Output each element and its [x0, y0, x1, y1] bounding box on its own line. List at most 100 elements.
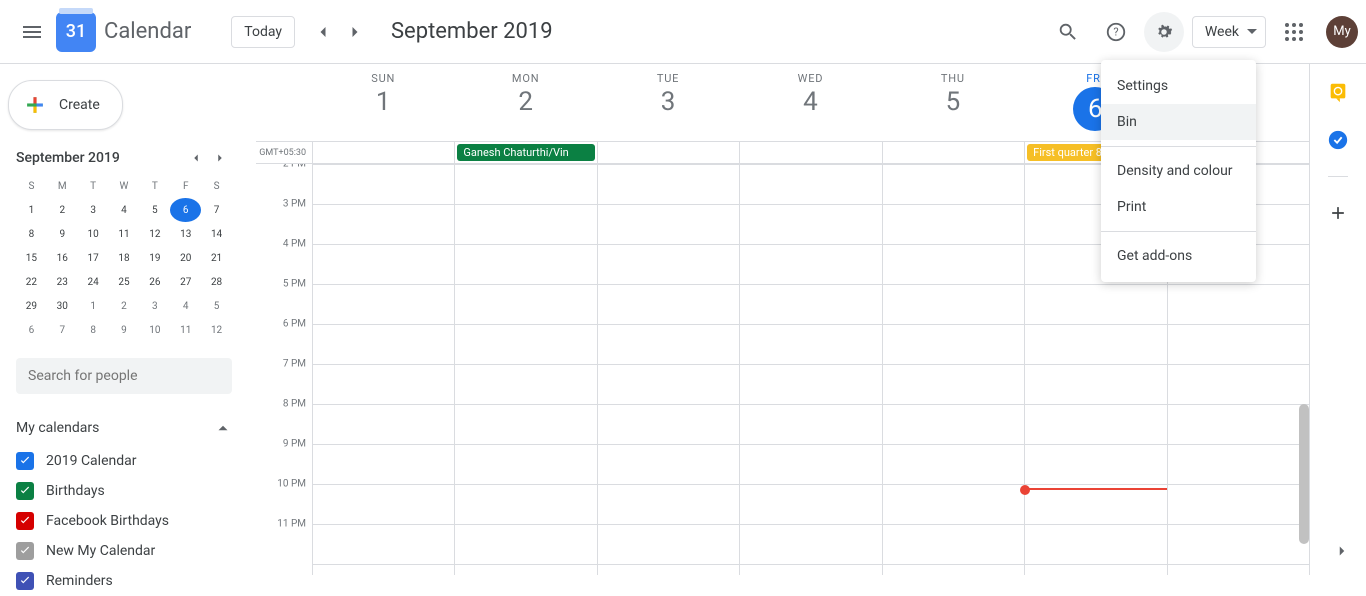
- dropdown-print[interactable]: Print: [1101, 189, 1256, 225]
- mini-date[interactable]: 29: [16, 294, 47, 318]
- mini-date[interactable]: 7: [47, 318, 78, 342]
- mini-date[interactable]: 25: [109, 270, 140, 294]
- dropdown-separator: [1101, 146, 1256, 147]
- event-chip[interactable]: Ganesh Chaturthi/Vin: [457, 144, 594, 161]
- calendar-checkbox[interactable]: [16, 512, 34, 530]
- dropdown-density[interactable]: Density and colour: [1101, 153, 1256, 189]
- day-header[interactable]: MON2: [454, 64, 596, 141]
- dropdown-addons[interactable]: Get add-ons: [1101, 238, 1256, 274]
- mini-date[interactable]: 4: [170, 294, 201, 318]
- mini-date[interactable]: 15: [16, 246, 47, 270]
- mini-date[interactable]: 26: [139, 270, 170, 294]
- mini-next-month[interactable]: [208, 146, 232, 170]
- all-day-cell[interactable]: [597, 142, 739, 163]
- mini-date[interactable]: 2: [109, 294, 140, 318]
- mini-date[interactable]: 6: [170, 198, 201, 222]
- mini-date[interactable]: 7: [201, 198, 232, 222]
- mini-date[interactable]: 12: [201, 318, 232, 342]
- mini-date[interactable]: 11: [109, 222, 140, 246]
- calendar-item[interactable]: 2019 Calendar: [16, 446, 232, 476]
- mini-date[interactable]: 27: [170, 270, 201, 294]
- calendar-label: Facebook Birthdays: [46, 513, 169, 529]
- apps-grid-icon: [1284, 22, 1304, 42]
- mini-date[interactable]: 14: [201, 222, 232, 246]
- search-people-input[interactable]: [16, 358, 232, 394]
- day-column[interactable]: [739, 164, 881, 575]
- mini-date[interactable]: 8: [78, 318, 109, 342]
- calendar-checkbox[interactable]: [16, 542, 34, 560]
- support-button[interactable]: ?: [1096, 12, 1136, 52]
- mini-prev-month[interactable]: [184, 146, 208, 170]
- mini-date[interactable]: 21: [201, 246, 232, 270]
- hours-column: 2 PM3 PM4 PM5 PM6 PM7 PM8 PM9 PM10 PM11 …: [256, 164, 312, 575]
- search-button[interactable]: [1048, 12, 1088, 52]
- mini-date[interactable]: 1: [78, 294, 109, 318]
- dropdown-bin[interactable]: Bin: [1101, 104, 1256, 140]
- mini-date[interactable]: 28: [201, 270, 232, 294]
- mini-date[interactable]: 4: [109, 198, 140, 222]
- mini-date[interactable]: 22: [16, 270, 47, 294]
- mini-date[interactable]: 30: [47, 294, 78, 318]
- settings-button[interactable]: [1144, 12, 1184, 52]
- mini-date[interactable]: 24: [78, 270, 109, 294]
- mini-date[interactable]: 3: [78, 198, 109, 222]
- my-calendars-toggle[interactable]: My calendars: [16, 410, 232, 446]
- calendar-item[interactable]: Reminders: [16, 566, 232, 596]
- mini-date[interactable]: 9: [109, 318, 140, 342]
- account-avatar[interactable]: My: [1326, 16, 1358, 48]
- timezone-label: GMT+05:30: [256, 142, 312, 163]
- mini-date[interactable]: 8: [16, 222, 47, 246]
- calendar-item[interactable]: Facebook Birthdays: [16, 506, 232, 536]
- day-column[interactable]: [312, 164, 454, 575]
- main-menu-button[interactable]: [8, 8, 56, 56]
- google-apps-button[interactable]: [1274, 12, 1314, 52]
- mini-date[interactable]: 13: [170, 222, 201, 246]
- mini-date[interactable]: 1: [16, 198, 47, 222]
- day-header[interactable]: THU5: [882, 64, 1024, 141]
- day-column[interactable]: [882, 164, 1024, 575]
- tasks-button[interactable]: [1326, 128, 1350, 152]
- day-header[interactable]: SUN1: [312, 64, 454, 141]
- mini-date[interactable]: 12: [139, 222, 170, 246]
- mini-date[interactable]: 20: [170, 246, 201, 270]
- calendar-item[interactable]: Birthdays: [16, 476, 232, 506]
- mini-date[interactable]: 6: [16, 318, 47, 342]
- mini-date[interactable]: 10: [78, 222, 109, 246]
- scrollbar[interactable]: [1299, 404, 1309, 544]
- mini-date[interactable]: 10: [139, 318, 170, 342]
- mini-date[interactable]: 16: [47, 246, 78, 270]
- day-header[interactable]: TUE3: [597, 64, 739, 141]
- keep-button[interactable]: [1326, 80, 1350, 104]
- mini-date[interactable]: 18: [109, 246, 140, 270]
- mini-date[interactable]: 2: [47, 198, 78, 222]
- show-side-panel[interactable]: [1333, 542, 1351, 560]
- calendar-checkbox[interactable]: [16, 482, 34, 500]
- day-column[interactable]: [597, 164, 739, 575]
- all-day-cell[interactable]: [882, 142, 1024, 163]
- mini-date[interactable]: 3: [139, 294, 170, 318]
- mini-date[interactable]: 23: [47, 270, 78, 294]
- day-column[interactable]: [454, 164, 596, 575]
- all-day-cell[interactable]: [312, 142, 454, 163]
- mini-date[interactable]: 9: [47, 222, 78, 246]
- all-day-cell[interactable]: [739, 142, 881, 163]
- add-addon-button[interactable]: [1326, 201, 1350, 225]
- mini-date[interactable]: 5: [139, 198, 170, 222]
- next-week-button[interactable]: [339, 16, 371, 48]
- mini-date[interactable]: 5: [201, 294, 232, 318]
- calendar-checkbox[interactable]: [16, 452, 34, 470]
- mini-date[interactable]: 11: [170, 318, 201, 342]
- hour-label: 4 PM: [283, 239, 306, 250]
- today-button[interactable]: Today: [231, 16, 295, 48]
- calendar-list: 2019 CalendarBirthdays Facebook Birthdays…: [16, 446, 232, 596]
- dropdown-settings[interactable]: Settings: [1101, 68, 1256, 104]
- mini-date[interactable]: 17: [78, 246, 109, 270]
- day-number: 5: [882, 87, 1024, 117]
- mini-date[interactable]: 19: [139, 246, 170, 270]
- calendar-item[interactable]: New My Calendar: [16, 536, 232, 566]
- all-day-cell[interactable]: Ganesh Chaturthi/Vin: [454, 142, 596, 163]
- day-header[interactable]: WED4: [739, 64, 881, 141]
- view-selector[interactable]: Week: [1192, 16, 1266, 48]
- create-button[interactable]: Create: [8, 80, 123, 130]
- prev-week-button[interactable]: [307, 16, 339, 48]
